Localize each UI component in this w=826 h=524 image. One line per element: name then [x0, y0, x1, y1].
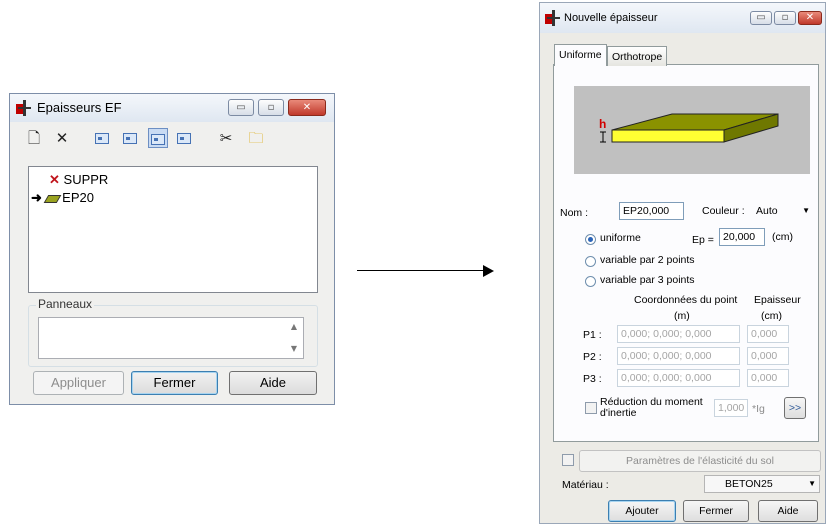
thickness-tree[interactable]: ✕ SUPPR ➜ EP20 — [28, 166, 318, 293]
material-value: BETON25 — [725, 478, 773, 490]
current-arrow-icon: ➜ — [31, 190, 42, 205]
coord-unit: (m) — [674, 310, 690, 322]
point-thickness-input[interactable]: 0,000 — [747, 347, 789, 365]
transition-arrow-line — [357, 270, 483, 271]
app-icon — [545, 10, 561, 26]
close-button[interactable]: ✕ — [288, 99, 326, 116]
close-button[interactable]: Fermer — [131, 371, 218, 395]
soil-elasticity-button[interactable]: Paramètres de l'élasticité du sol — [579, 450, 821, 472]
minimize-button[interactable]: ▭ — [228, 99, 254, 116]
sol-checkbox[interactable] — [562, 454, 574, 466]
point-coords-input[interactable]: 0,000; 0,000; 0,000 — [617, 325, 740, 343]
name-label: Nom : — [560, 207, 589, 219]
radio-variable-3[interactable] — [585, 276, 596, 287]
cut-icon[interactable]: ✂ — [216, 128, 236, 148]
material-select[interactable]: BETON25 ▼ — [704, 475, 820, 493]
reduction-unit: *Ig — [752, 403, 765, 415]
point-thickness-input[interactable]: 0,000 — [747, 369, 789, 387]
point-label: P3 : — [583, 373, 602, 385]
ep-label: Ep = — [692, 234, 714, 246]
window-title: Nouvelle épaisseur — [564, 12, 658, 24]
scroll-up-icon[interactable]: ▲ — [286, 322, 302, 331]
view-table-icon[interactable] — [174, 128, 194, 148]
add-button[interactable]: Ajouter — [608, 500, 676, 522]
dimension-h-label: h — [599, 117, 606, 131]
tree-item-label: EP20 — [62, 190, 94, 205]
option-variable-2-label: variable par 2 points — [600, 254, 695, 266]
point-label: P2 : — [583, 351, 602, 363]
slab-icon — [43, 194, 61, 203]
slab-illustration: h — [599, 113, 779, 143]
view-detail-icon[interactable] — [148, 128, 168, 148]
thickness-unit: (cm) — [761, 310, 782, 322]
open-folder-icon[interactable]: 🗀 — [246, 128, 266, 148]
help-button[interactable]: Aide — [758, 500, 818, 522]
title-bar[interactable]: Nouvelle épaisseur ▭ ▫ ✕ — [540, 3, 825, 33]
radio-variable-2[interactable] — [585, 256, 596, 267]
reduction-label: Réduction du moment d'inertie — [600, 397, 703, 419]
maximize-button[interactable]: ▫ — [774, 11, 796, 25]
close-button[interactable]: ✕ — [798, 11, 822, 25]
material-label: Matériau : — [562, 479, 609, 491]
color-select[interactable]: Auto ▼ — [752, 202, 814, 220]
apply-button[interactable]: Appliquer — [33, 371, 124, 395]
tree-item-ep20[interactable]: ➜ EP20 — [31, 189, 94, 207]
thickness-list-window: Epaisseurs EF ▭ ▫ ✕ 🗋 ✕ ✂ 🗀 ✕ SUPPR ➜ EP… — [9, 93, 335, 405]
reduction-input[interactable]: 1,000 — [714, 399, 748, 417]
close-button[interactable]: Fermer — [683, 500, 749, 522]
arrow-right-icon — [483, 265, 494, 277]
minimize-button[interactable]: ▭ — [750, 11, 772, 25]
view-list-icon[interactable] — [120, 128, 140, 148]
reduction-checkbox[interactable] — [585, 402, 597, 414]
window-title: Epaisseurs EF — [37, 100, 122, 115]
new-thickness-window: Nouvelle épaisseur ▭ ▫ ✕ Uniforme Orthot… — [539, 2, 826, 524]
thickness-preview: h — [574, 86, 810, 174]
option-uniforme-label: uniforme — [600, 232, 641, 244]
chevron-down-icon: ▼ — [808, 479, 816, 488]
radio-uniforme[interactable] — [585, 234, 596, 245]
maximize-button[interactable]: ▫ — [258, 99, 284, 116]
tree-item-label: SUPPR — [63, 172, 109, 187]
panneaux-label: Panneaux — [36, 297, 95, 311]
color-label: Couleur : — [702, 205, 745, 217]
thickness-header: Epaisseur — [754, 294, 801, 306]
view-small-icon[interactable] — [92, 128, 112, 148]
new-icon[interactable]: 🗋 — [24, 128, 44, 148]
point-label: P1 : — [583, 329, 602, 341]
color-value: Auto — [756, 205, 778, 217]
point-coords-input[interactable]: 0,000; 0,000; 0,000 — [617, 369, 740, 387]
option-variable-3-label: variable par 3 points — [600, 274, 695, 286]
app-icon — [16, 100, 32, 116]
tab-orthotrope[interactable]: Orthotrope — [607, 46, 668, 66]
point-thickness-input[interactable]: 0,000 — [747, 325, 789, 343]
tree-item-suppr[interactable]: ✕ SUPPR — [49, 171, 108, 189]
delete-icon[interactable]: ✕ — [52, 128, 72, 148]
coord-header: Coordonnées du point — [634, 294, 738, 306]
tab-uniforme[interactable]: Uniforme — [554, 44, 607, 66]
more-button[interactable]: >> — [784, 397, 806, 419]
name-input[interactable]: EP20,000 — [619, 202, 684, 220]
point-coords-input[interactable]: 0,000; 0,000; 0,000 — [617, 347, 740, 365]
panneaux-listbox[interactable]: ▲ ▼ — [38, 317, 304, 359]
chevron-down-icon: ▼ — [802, 206, 810, 215]
scroll-down-icon[interactable]: ▼ — [286, 344, 302, 353]
help-button[interactable]: Aide — [229, 371, 317, 395]
ep-unit: (cm) — [772, 231, 793, 243]
ep-input[interactable]: 20,000 — [719, 228, 765, 246]
reduction-label-line2: d'inertie — [600, 407, 637, 419]
red-x-icon: ✕ — [49, 172, 60, 187]
title-bar[interactable]: Epaisseurs EF ▭ ▫ ✕ — [10, 94, 334, 122]
